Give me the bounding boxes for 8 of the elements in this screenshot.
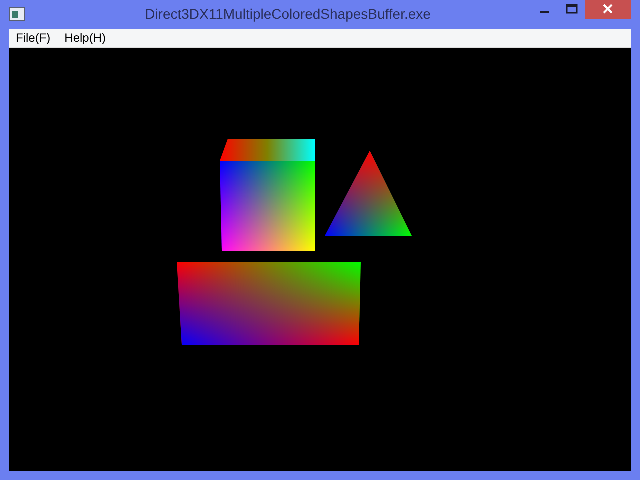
close-icon (603, 4, 613, 14)
app-icon[interactable] (9, 7, 25, 22)
close-button[interactable] (585, 0, 631, 19)
window-title: Direct3DX11MultipleColoredShapesBuffer.exe (144, 6, 432, 22)
menu-item[interactable]: Help(H) (58, 30, 114, 45)
minimize-icon (540, 10, 549, 13)
maximize-icon (566, 4, 578, 14)
menu-item[interactable]: File(F) (9, 30, 58, 45)
